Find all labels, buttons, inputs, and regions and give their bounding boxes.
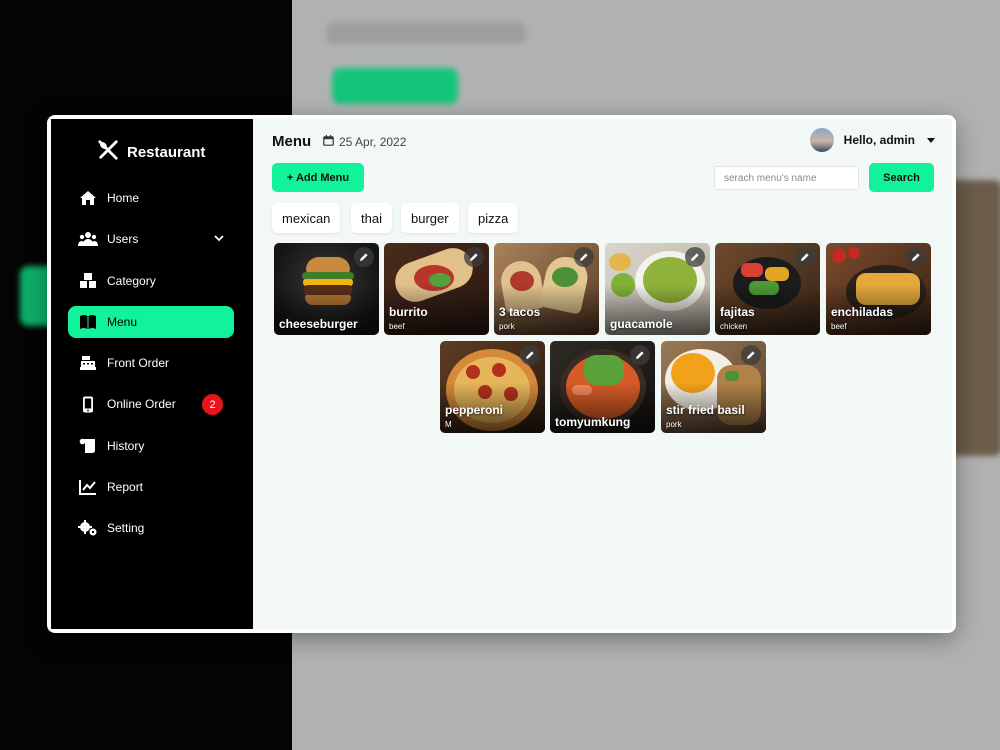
- sidebar-item-label: Setting: [107, 521, 145, 535]
- filter-chip[interactable]: burger: [401, 203, 459, 233]
- sidebar-item-users[interactable]: Users: [68, 223, 234, 255]
- sidebar-item-label: Front Order: [107, 356, 170, 370]
- sidebar-item-category[interactable]: Category: [68, 265, 234, 297]
- menu-card[interactable]: cheeseburger: [274, 243, 379, 335]
- menu-item-name: burrito: [389, 305, 428, 319]
- menu-item-name: cheeseburger: [279, 317, 358, 331]
- home-icon: [78, 188, 98, 208]
- sidebar: Restaurant Home Users Category Menu Fron…: [51, 119, 253, 629]
- search-button[interactable]: Search: [869, 163, 934, 192]
- brand[interactable]: Restaurant: [97, 139, 205, 165]
- menu-item-name: stir fried basil: [666, 403, 745, 417]
- users-icon: [78, 229, 98, 249]
- menu-item-name: fajitas: [720, 305, 755, 319]
- current-date: 25 Apr, 2022: [323, 135, 406, 149]
- avatar[interactable]: [809, 128, 834, 152]
- user-menu[interactable]: Hello, admin: [809, 128, 935, 152]
- filter-chip[interactable]: mexican: [272, 203, 341, 233]
- menu-card[interactable]: tomyumkung: [550, 341, 655, 433]
- add-menu-button[interactable]: + Add Menu: [272, 163, 364, 192]
- edit-icon[interactable]: [464, 247, 484, 267]
- menu-card[interactable]: 3 tacos pork: [494, 243, 599, 335]
- menu-item-name: pepperoni: [445, 403, 504, 417]
- menu-item-name: enchiladas: [831, 305, 894, 319]
- menu-item-name: guacamole: [610, 317, 673, 331]
- greeting: Hello, admin: [843, 133, 915, 147]
- menu-book-icon: [78, 312, 98, 332]
- search-input[interactable]: [714, 166, 859, 190]
- category-icon: [78, 271, 98, 291]
- sidebar-item-report[interactable]: Report: [68, 471, 234, 503]
- utensils-icon: [97, 139, 119, 165]
- menu-item-variant: chicken: [720, 322, 748, 331]
- gears-icon: [78, 518, 98, 538]
- sidebar-item-front-order[interactable]: Front Order: [68, 347, 234, 379]
- brand-name: Restaurant: [127, 143, 206, 161]
- filter-chip[interactable]: thai: [351, 203, 392, 233]
- sidebar-item-label: Menu: [107, 315, 138, 329]
- main-content: Menu 25 Apr, 2022 Hello, admin + Add Men…: [253, 119, 952, 629]
- menu-card[interactable]: fajitas chicken: [715, 243, 820, 335]
- menu-item-variant: pork: [499, 322, 515, 331]
- menu-item-name: tomyumkung: [555, 415, 631, 429]
- sidebar-item-history[interactable]: History: [68, 430, 234, 462]
- menu-card[interactable]: burrito beef: [384, 243, 489, 335]
- sidebar-item-label: Category: [107, 274, 156, 288]
- menu-card[interactable]: pepperoni M: [440, 341, 545, 433]
- sidebar-item-home[interactable]: Home: [68, 182, 234, 214]
- edit-icon[interactable]: [741, 345, 761, 365]
- edit-icon[interactable]: [906, 247, 926, 267]
- menu-item-variant: beef: [389, 322, 405, 331]
- sidebar-item-setting[interactable]: Setting: [68, 512, 234, 544]
- menu-card[interactable]: enchiladas beef: [826, 243, 931, 335]
- scroll-icon: [78, 436, 98, 456]
- sidebar-item-online-order[interactable]: Online Order 2: [68, 388, 234, 420]
- cash-register-icon: [78, 353, 98, 373]
- menu-item-variant: beef: [831, 322, 847, 331]
- menu-item-variant: pork: [666, 420, 682, 429]
- edit-icon[interactable]: [354, 247, 374, 267]
- sidebar-item-label: Users: [107, 232, 139, 246]
- caret-down-icon[interactable]: [927, 137, 935, 143]
- filter-chip[interactable]: pizza: [468, 203, 519, 233]
- chart-line-icon: [78, 477, 98, 497]
- chevron-down-icon[interactable]: [214, 232, 224, 246]
- sidebar-item-label: Report: [107, 480, 144, 494]
- app-window: Restaurant Home Users Category Menu Fron…: [47, 115, 956, 633]
- page-title: Menu: [272, 133, 312, 150]
- mobile-icon: [78, 394, 98, 414]
- sidebar-item-label: History: [107, 439, 145, 453]
- sidebar-item-menu[interactable]: Menu: [68, 306, 234, 338]
- edit-icon[interactable]: [574, 247, 594, 267]
- date-text: 25 Apr, 2022: [339, 135, 407, 149]
- edit-icon[interactable]: [685, 247, 705, 267]
- sidebar-item-label: Online Order: [107, 397, 176, 411]
- edit-icon[interactable]: [520, 345, 540, 365]
- edit-icon[interactable]: [795, 247, 815, 267]
- menu-item-name: 3 tacos: [499, 305, 541, 319]
- menu-card[interactable]: stir fried basil pork: [661, 341, 766, 433]
- calendar-icon: [323, 135, 334, 149]
- edit-icon[interactable]: [630, 345, 650, 365]
- menu-item-variant: M: [445, 420, 452, 429]
- sidebar-item-label: Home: [107, 191, 140, 205]
- notification-badge: 2: [202, 394, 223, 415]
- menu-card[interactable]: guacamole: [605, 243, 710, 335]
